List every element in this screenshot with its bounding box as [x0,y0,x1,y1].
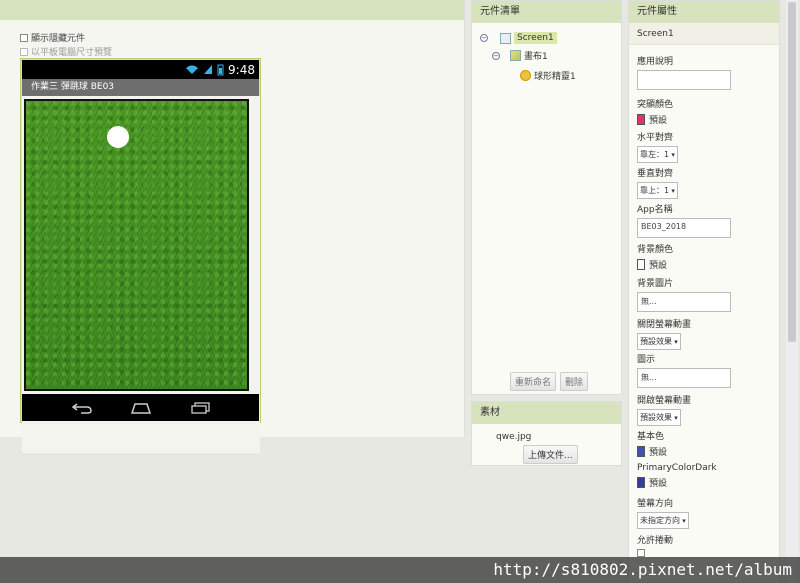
prop-background-color: 背景顏色 預設 [637,242,673,271]
phone-mockup: 9:48 作業三 彈跳球 BE03 [20,58,261,453]
primary-dark-color-picker[interactable]: 預設 [637,476,717,489]
prop-label: 螢幕方向 [637,499,674,509]
rename-button[interactable]: 重新命名 [510,372,557,391]
open-animation-select[interactable]: 預設效果 [637,409,681,426]
selected-component-name: Screen1 [629,23,779,45]
prop-label: 開啟螢幕動畫 [637,396,692,406]
prop-accent-color: 突顯顏色 預設 [637,97,673,126]
properties-title: 元件屬性 [629,1,779,23]
about-textarea[interactable] [637,70,731,90]
prop-label: 關閉螢幕動畫 [637,320,692,330]
battery-icon [217,64,224,75]
prop-scrollable: 允許捲動 [637,533,673,560]
tree-label-sprite1: 球形精靈1 [534,72,576,82]
canvas-icon [510,50,521,61]
media-panel: 素材 qwe.jpg 上傳文件... [471,401,622,466]
wifi-icon [186,65,199,74]
delete-button[interactable]: 刪除 [560,372,589,391]
color-value: 預設 [649,116,668,126]
properties-panel: 元件屬性 Screen1 應用說明 突顯顏色 預設 水平對齊 靠左：1 垂直對齊… [628,0,780,583]
signal-icon [204,65,213,74]
color-swatch [637,477,645,488]
tree-node-sprite1[interactable]: 球形精靈1 [520,69,576,82]
background-color-picker[interactable]: 預設 [637,258,673,271]
color-swatch [637,114,645,125]
prop-label: 允許捲動 [637,536,674,546]
prop-open-screen-animation: 開啟螢幕動畫 預設效果 [637,393,691,426]
collapse-icon[interactable]: − [480,34,488,42]
prop-label: 突顯顏色 [637,100,674,110]
status-time: 9:48 [228,62,255,77]
prop-close-screen-animation: 關閉螢幕動畫 預設效果 [637,317,691,350]
app-title-bar: 作業三 彈跳球 BE03 [22,79,259,96]
media-file-item[interactable]: qwe.jpg [496,432,531,442]
prop-label: 水平對齊 [637,133,674,143]
close-animation-select[interactable]: 預設效果 [637,333,681,350]
background-image-picker[interactable]: 無... [637,292,731,312]
color-value: 預設 [649,448,668,458]
back-icon [71,402,92,414]
prop-primary-color: 基本色 預設 [637,429,667,458]
primary-color-picker[interactable]: 預設 [637,445,667,458]
prop-label: PrimaryColorDark [637,463,717,473]
ball-sprite[interactable] [107,126,129,148]
prop-app-name: App名稱 BE03_2018 [637,202,731,238]
horizontal-align-select[interactable]: 靠左：1 [637,146,678,163]
scrollable-checkbox[interactable] [637,549,645,557]
viewer-header [0,0,464,20]
status-bar: 9:48 [22,60,259,79]
color-swatch [637,259,645,270]
media-title: 素材 [472,402,621,424]
color-value: 預設 [649,479,668,489]
prop-label: 應用說明 [637,57,674,67]
tree-node-canvas1[interactable]: − 畫布1 [492,49,548,62]
page-scrollbar-thumb[interactable] [788,2,796,342]
prop-about: 應用說明 [637,54,731,90]
tree-label-screen1: Screen1 [514,32,557,44]
upload-file-button[interactable]: 上傳文件... [523,445,578,464]
orientation-select[interactable]: 未指定方向 [637,512,689,529]
prop-screen-orientation: 螢幕方向 未指定方向 [637,496,689,529]
color-swatch [637,446,645,457]
prop-label: 基本色 [637,432,665,442]
prop-horizontal-align: 水平對齊 靠左：1 [637,130,678,163]
recent-apps-icon [190,401,210,414]
prop-background-image: 背景圖片 無... [637,276,731,312]
show-hidden-components-option[interactable]: 顯示隱藏元件 [20,31,85,44]
watermark: http://s810802.pixnet.net/album [0,557,800,583]
tablet-preview-option[interactable]: 以平板電腦尺寸預覽 [20,45,112,58]
prop-label: App名稱 [637,205,673,215]
prop-label: 背景顏色 [637,245,674,255]
home-icon [130,402,151,414]
ball-sprite-icon [520,70,531,81]
prop-primary-color-dark: PrimaryColorDark 預設 [637,463,717,489]
screen-icon [500,32,511,44]
prop-vertical-align: 垂直對齊 靠上：1 [637,166,678,199]
show-hidden-checkbox[interactable] [20,33,28,42]
tree-label-canvas1: 畫布1 [524,52,548,62]
prop-label: 圖示 [637,355,656,365]
color-value: 預設 [649,261,668,271]
components-panel: 元件清單 − Screen1 − 畫布1 球形精靈1 重新命名 刪除 [471,0,622,395]
tree-node-screen1[interactable]: − Screen1 [480,32,557,44]
tablet-preview-label: 以平板電腦尺寸預覽 [31,48,113,58]
prop-label: 背景圖片 [637,279,674,289]
viewer-panel: 顯示隱藏元件 以平板電腦尺寸預覽 9:48 作業三 彈跳球 BE03 [0,0,465,453]
vertical-align-select[interactable]: 靠上：1 [637,182,678,199]
app-name-input[interactable]: BE03_2018 [637,218,731,238]
show-hidden-label: 顯示隱藏元件 [31,34,86,44]
accent-color-picker[interactable]: 預設 [637,113,673,126]
collapse-icon[interactable]: − [492,51,500,60]
component-actions: 重新命名 刪除 [510,372,589,391]
canvas-component[interactable] [24,99,249,391]
tablet-preview-checkbox[interactable] [20,47,28,56]
components-title: 元件清單 [472,1,621,23]
prop-icon: 圖示 無... [637,352,731,388]
prop-label: 垂直對齊 [637,169,674,179]
icon-picker[interactable]: 無... [637,368,731,388]
navigation-bar [22,394,259,421]
